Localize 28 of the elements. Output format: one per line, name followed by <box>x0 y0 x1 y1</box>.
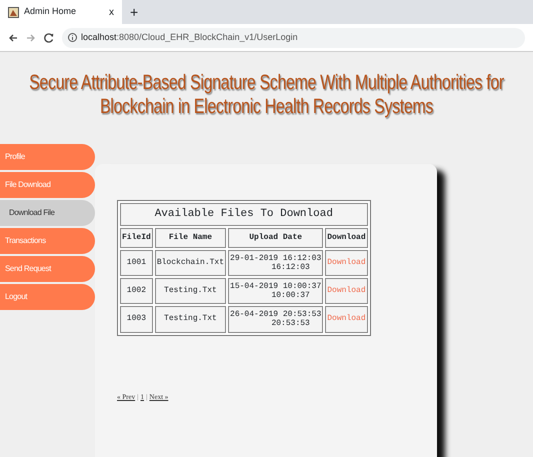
page-title: Secure Attribute-Based Signature Scheme With Multiple Authorities for <box>29 72 504 96</box>
column-header: Upload Date <box>228 228 324 248</box>
date-text: 29-01-2019 16:12:03 <box>230 254 322 263</box>
column-header: File Name <box>154 228 226 248</box>
time-text: 20:53:53 <box>270 319 311 329</box>
column-header: Download <box>325 228 368 248</box>
table-cell: 1003 <box>120 306 153 333</box>
table-cell: Testing.Txt <box>154 278 226 304</box>
table-cell: Blockchain.Txt <box>154 250 226 276</box>
table-cell: 1001 <box>120 250 153 276</box>
column-header: FileId <box>120 228 153 248</box>
table-caption: Available Files To Download <box>120 203 368 226</box>
info-icon <box>68 33 77 42</box>
reload-icon[interactable] <box>44 32 54 42</box>
browser-tab[interactable]: Admin Home x <box>0 0 122 24</box>
new-tab-button[interactable]: + <box>130 2 138 22</box>
time-text: 16:12:03 <box>270 262 311 272</box>
table-cell: 1002 <box>120 278 153 304</box>
page-icon <box>8 6 19 18</box>
back-arrow-icon[interactable] <box>8 32 18 42</box>
table-cell: Testing.Txt <box>154 306 226 333</box>
date-text: 26-04-2019 20:53:53 <box>230 310 322 320</box>
page-title: Blockchain in Electronic Health Records Systems <box>100 96 434 120</box>
time-text: 10:00:37 <box>270 291 311 300</box>
tab-title: Admin Home <box>24 5 76 18</box>
close-tab-button[interactable]: x <box>109 4 114 20</box>
sidebar-item[interactable]: Download File <box>0 200 95 226</box>
date-text: 15-04-2019 10:00:37 <box>230 282 322 292</box>
